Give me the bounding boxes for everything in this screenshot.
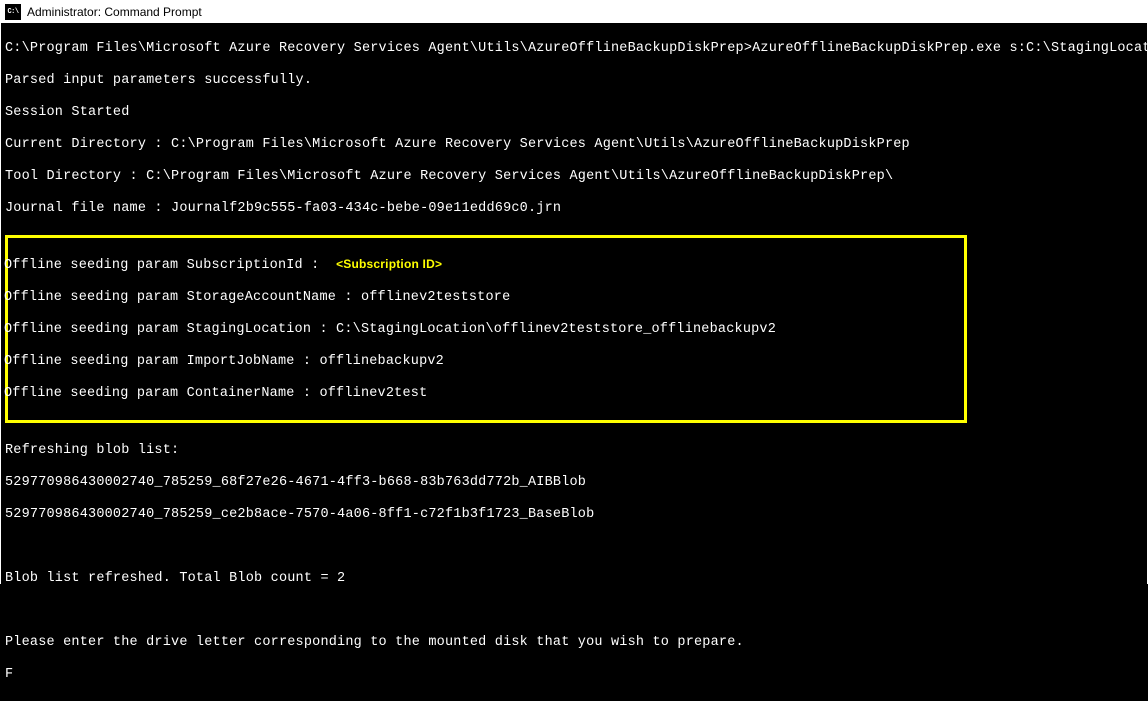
subscription-line: Offline seeding param SubscriptionId : <…	[4, 256, 964, 274]
blob2-line: 529770986430002740_785259_ce2b8ace-7570-…	[5, 507, 1143, 523]
command-line: C:\Program Files\Microsoft Azure Recover…	[5, 41, 1143, 57]
blob-refreshed-line: Blob list refreshed. Total Blob count = …	[5, 571, 1143, 587]
current-dir-line: Current Directory : C:\Program Files\Mic…	[5, 137, 1143, 153]
import-job-line: Offline seeding param ImportJobName : of…	[4, 354, 964, 370]
blank-line-2	[5, 603, 1143, 619]
storage-account-line: Offline seeding param StorageAccountName…	[4, 290, 964, 306]
terminal-output: C:\Program Files\Microsoft Azure Recover…	[1, 23, 1147, 701]
subscription-id-placeholder: <Subscription ID>	[336, 257, 442, 271]
journal-line: Journal file name : Journalf2b9c555-fa03…	[5, 201, 1143, 217]
blob1-line: 529770986430002740_785259_68f27e26-4671-…	[5, 475, 1143, 491]
refreshing-line: Refreshing blob list:	[5, 443, 1143, 459]
session-started-line: Session Started	[5, 105, 1143, 121]
cmd-icon: C:\	[5, 4, 21, 20]
parsed-params-line: Parsed input parameters successfully.	[5, 73, 1143, 89]
subscription-prefix: Offline seeding param SubscriptionId :	[4, 258, 328, 273]
prompt-line: Please enter the drive letter correspond…	[5, 635, 1143, 651]
staging-location-line: Offline seeding param StagingLocation : …	[4, 322, 964, 338]
container-line: Offline seeding param ContainerName : of…	[4, 386, 964, 402]
tool-dir-line: Tool Directory : C:\Program Files\Micros…	[5, 169, 1143, 185]
window-titlebar[interactable]: C:\ Administrator: Command Prompt	[1, 1, 1147, 23]
offline-params-highlight: Offline seeding param SubscriptionId : <…	[5, 235, 967, 423]
window-title: Administrator: Command Prompt	[27, 4, 202, 20]
user-input-line[interactable]: F	[5, 667, 1143, 683]
blank-line-1	[5, 539, 1143, 555]
